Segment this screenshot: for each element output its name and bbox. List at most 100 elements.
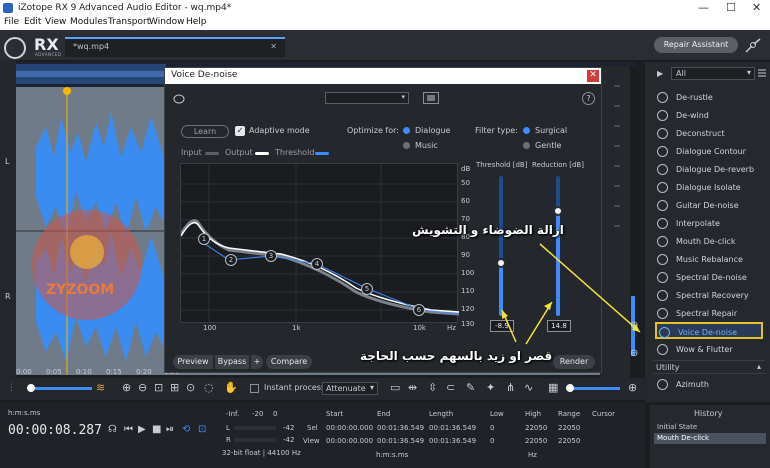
dialogue-radio[interactable] [403,127,410,137]
curve-icon[interactable]: ∿ [524,381,533,394]
zoom-out-icon[interactable]: ⊖ [138,381,147,394]
band-node[interactable]: 1 [198,233,210,245]
magic-wand-icon[interactable]: ✦ [486,381,495,394]
waveform-toggle-icon[interactable]: ⫶ [10,383,13,394]
frequency-selection-icon[interactable]: ⇳ [428,381,437,394]
sel-high[interactable]: 22050 [525,424,547,432]
current-time[interactable]: 00:00:08.287 [8,423,102,438]
dialog-close-button[interactable]: ✕ [587,70,599,82]
module-deconstruct[interactable]: Deconstruct [655,125,763,142]
band-node[interactable]: 4 [311,258,323,270]
history-item-mouth-de-click[interactable]: Mouth De-click [654,433,766,444]
menu-transport[interactable]: Transport [108,17,150,27]
menu-edit[interactable]: Edit [24,17,41,27]
menu-file[interactable]: File [4,17,19,27]
surgical-radio[interactable] [523,127,530,137]
hand-tool-icon[interactable]: ✋ [224,381,238,394]
module-voice-de-noise[interactable]: Voice De-noise [655,322,763,339]
close-tab-icon[interactable]: ✕ [270,42,277,51]
instant-process-mode-dropdown[interactable]: Attenuate ▾ [322,382,378,395]
play-icon[interactable]: ▶ [138,424,146,435]
module-de-wind[interactable]: De-wind [655,107,763,124]
file-tab[interactable]: *wq.mp4 ✕ [65,37,285,57]
module-spectral-de-noise[interactable]: Spectral De-noise [655,269,763,286]
help-button[interactable]: ? [582,92,595,105]
sel-start[interactable]: 00:00:00.000 [326,424,373,432]
time-selection-icon[interactable]: ⇹ [408,381,417,394]
module-mouth-de-click[interactable]: Mouth De-click [655,233,763,250]
utility-section-header[interactable]: Utility ▴ [653,360,765,374]
view-high[interactable]: 22050 [525,437,547,445]
record-icon[interactable]: ⊡ [198,424,206,435]
reduction-slider-knob[interactable] [553,206,563,216]
close-icon[interactable]: ✕ [752,1,761,14]
sel-length[interactable]: 00:01:36.549 [429,424,476,432]
band-node[interactable]: 2 [225,254,237,266]
playhead-marker-icon[interactable] [62,87,72,95]
maximize-icon[interactable]: ☐ [726,1,736,14]
compare-button[interactable]: Compare [266,355,312,369]
module-dialogue-de-reverb[interactable]: Dialogue De-reverb [655,161,763,178]
connect-icon[interactable] [744,38,762,54]
module-azimuth[interactable]: Azimuth [655,376,763,393]
instant-process-checkbox[interactable] [250,384,259,393]
module-guitar-de-noise[interactable]: Guitar De-noise [655,197,763,214]
render-button[interactable]: Render [553,355,595,369]
zoom-selection-icon[interactable]: ⊡ [154,381,163,394]
horizontal-zoom-slider[interactable] [28,387,92,390]
music-radio[interactable] [403,142,410,152]
adaptive-mode-checkbox[interactable]: ✓ [235,126,245,136]
zoom-tool-icon[interactable]: ⊙ [186,381,195,394]
spectrogram-icon[interactable]: ▦ [548,381,558,394]
menu-modules[interactable]: Modules [70,17,107,27]
minimize-icon[interactable]: — [698,1,709,14]
module-interpolate[interactable]: Interpolate [655,215,763,232]
view-end[interactable]: 00:01:36.549 [377,437,424,445]
module-filter-dropdown[interactable]: All ▾ [671,67,755,80]
headphones-icon[interactable]: ☊ [108,424,117,435]
spectrogram-slider-knob[interactable] [566,384,574,392]
band-node[interactable]: 6 [413,304,425,316]
module-spectral-recovery[interactable]: Spectral Recovery [655,287,763,304]
sel-low[interactable]: 0 [490,424,494,432]
spectrum-graph[interactable]: 1 2 3 4 5 6 [179,163,460,324]
bypass-button[interactable]: Bypass [215,355,249,369]
lasso-selection-icon[interactable]: ⊂ [446,381,455,394]
play-module-icon[interactable]: ▶ [657,69,663,78]
zoom-in-icon[interactable]: ⊕ [122,381,131,394]
band-node[interactable]: 5 [361,283,373,295]
brush-icon[interactable]: ✎ [466,381,475,394]
module-dialogue-contour[interactable]: Dialogue Contour [655,143,763,160]
selection-tool-icon[interactable]: ▭ [390,381,400,394]
preset-menu-icon[interactable] [423,92,439,104]
stop-icon[interactable]: ■ [152,424,161,435]
play-selection-icon[interactable]: ⏯ [166,424,174,435]
module-de-rustle[interactable]: De-rustle [655,89,763,106]
gentle-radio[interactable] [523,142,530,152]
view-start[interactable]: 00:00:00.000 [326,437,373,445]
sel-end[interactable]: 00:01:36.549 [377,424,424,432]
zoom-fit-icon[interactable]: ⊞ [170,381,179,394]
sel-range[interactable]: 22050 [558,424,580,432]
learn-button[interactable]: Learn [181,125,229,138]
view-low[interactable]: 0 [490,437,494,445]
bypass-add-button[interactable]: + [251,355,263,369]
harmonic-selection-icon[interactable]: ⋔ [506,381,515,394]
history-item-initial[interactable]: Initial State [654,422,766,433]
skip-to-start-icon[interactable]: ⏮ [124,424,133,435]
view-length[interactable]: 00:01:36.549 [429,437,476,445]
spectrogram-toggle-icon[interactable]: ≋ [96,381,105,394]
module-music-rebalance[interactable]: Music Rebalance [655,251,763,268]
preview-button[interactable]: Preview [173,355,213,369]
spectrogram-slider[interactable] [568,387,620,390]
band-node[interactable]: 3 [265,250,277,262]
module-dialogue-isolate[interactable]: Dialogue Isolate [655,179,763,196]
zoom-in-icon[interactable]: ⊕ [628,381,637,394]
module-list-menu-icon[interactable] [757,68,767,78]
module-spectral-repair[interactable]: Spectral Repair [655,305,763,322]
loop-icon[interactable]: ⟲ [182,424,190,435]
menu-help[interactable]: Help [186,17,207,27]
view-range[interactable]: 22050 [558,437,580,445]
menu-window[interactable]: Window [149,17,185,27]
menu-view[interactable]: View [45,17,66,27]
